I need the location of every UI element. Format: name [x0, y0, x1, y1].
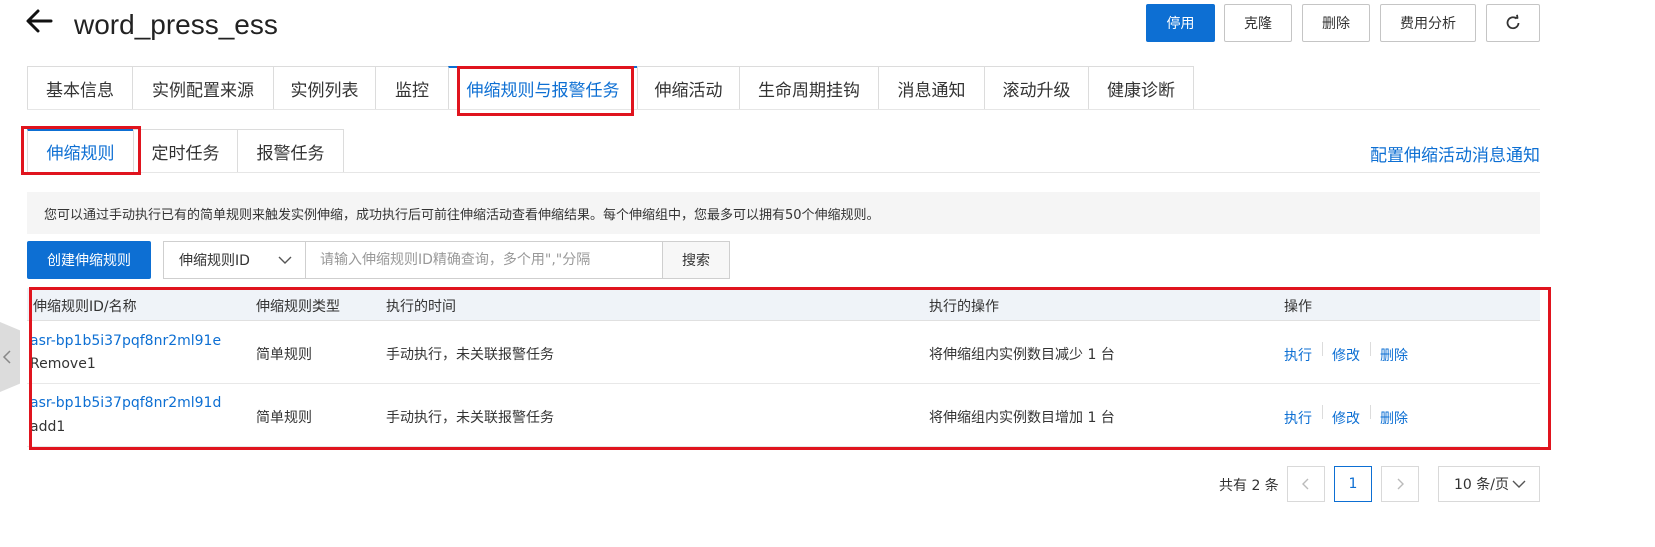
column-header-operations: 操作 — [1284, 299, 1312, 315]
config-notification-link[interactable]: 配置伸缩活动消息通知 — [1370, 141, 1540, 166]
refresh-button[interactable] — [1486, 4, 1540, 42]
disable-button[interactable]: 停用 — [1146, 4, 1215, 42]
back-arrow-icon[interactable] — [24, 6, 54, 43]
subtab-scaling-rules[interactable]: 伸缩规则 — [27, 129, 133, 173]
page-title: word_press_ess — [74, 9, 278, 40]
tab-notifications[interactable]: 消息通知 — [878, 66, 984, 110]
prev-page-button[interactable] — [1287, 466, 1325, 502]
next-page-button[interactable] — [1381, 466, 1419, 502]
subtab-alarm-tasks[interactable]: 报警任务 — [237, 129, 344, 173]
rule-time: 手动执行，未关联报警任务 — [386, 347, 554, 363]
rule-action: 将伸缩组内实例数目增加 1 台 — [929, 410, 1115, 426]
search-field-select[interactable]: 伸缩规则ID — [163, 241, 306, 279]
tab-instance-config-source[interactable]: 实例配置来源 — [132, 66, 273, 110]
execute-link[interactable]: 执行 — [1284, 345, 1312, 365]
tab-monitoring[interactable]: 监控 — [375, 66, 448, 110]
create-scaling-rule-button[interactable]: 创建伸缩规则 — [27, 241, 151, 279]
table-row: asr-bp1b5i37pqf8nr2ml91d add1 简单规则 手动执行，… — [27, 384, 1540, 447]
separator — [1370, 405, 1371, 419]
tabs-divider — [27, 109, 1540, 110]
clone-button[interactable]: 克隆 — [1224, 4, 1292, 42]
cost-analysis-button[interactable]: 费用分析 — [1380, 4, 1476, 42]
separator — [1322, 342, 1323, 356]
page-size-value: 10 条/页 — [1454, 477, 1509, 493]
search-input[interactable] — [305, 241, 663, 279]
delete-link[interactable]: 删除 — [1380, 408, 1408, 428]
page-size-select[interactable]: 10 条/页 — [1438, 466, 1540, 502]
rule-type: 简单规则 — [256, 347, 312, 363]
chevron-left-icon — [1302, 478, 1309, 490]
tab-instance-list[interactable]: 实例列表 — [273, 66, 375, 110]
column-header-time: 执行的时间 — [386, 299, 456, 315]
info-banner: 您可以通过手动执行已有的简单规则来触发实例伸缩，成功执行后可前往伸缩活动查看伸缩… — [27, 192, 1540, 234]
total-count: 共有 2 条 — [1219, 478, 1279, 494]
tab-health-diagnosis[interactable]: 健康诊断 — [1088, 66, 1194, 110]
rule-name: Remove1 — [30, 356, 96, 372]
rule-id-link[interactable]: asr-bp1b5i37pqf8nr2ml91d — [30, 395, 221, 411]
table-row: asr-bp1b5i37pqf8nr2ml91e Remove1 简单规则 手动… — [27, 321, 1540, 384]
rule-time: 手动执行，未关联报警任务 — [386, 410, 554, 426]
subtab-scheduled-tasks[interactable]: 定时任务 — [133, 129, 237, 173]
separator — [1322, 405, 1323, 419]
chevron-left-icon — [2, 350, 11, 364]
search-field-value: 伸缩规则ID — [179, 253, 250, 269]
subtabs-divider — [27, 172, 1540, 173]
column-header-id: 伸缩规则ID/名称 — [33, 299, 137, 315]
rule-type: 简单规则 — [256, 410, 312, 426]
execute-link[interactable]: 执行 — [1284, 408, 1312, 428]
sidebar-collapse-handle[interactable] — [0, 322, 20, 392]
sub-tabs: 伸缩规则 定时任务 报警任务 — [27, 129, 344, 173]
separator — [1370, 342, 1371, 356]
main-tabs: 基本信息 实例配置来源 实例列表 监控 伸缩规则与报警任务 伸缩活动 生命周期挂… — [27, 66, 1194, 110]
modify-link[interactable]: 修改 — [1332, 408, 1360, 428]
rule-action: 将伸缩组内实例数目减少 1 台 — [929, 347, 1115, 363]
tab-lifecycle-hooks[interactable]: 生命周期挂钩 — [739, 66, 878, 110]
page-number-button[interactable]: 1 — [1334, 466, 1372, 502]
table-header: 伸缩规则ID/名称 伸缩规则类型 执行的时间 执行的操作 操作 — [27, 288, 1540, 321]
chevron-down-icon — [278, 256, 292, 264]
tab-rolling-upgrade[interactable]: 滚动升级 — [984, 66, 1088, 110]
delete-link[interactable]: 删除 — [1380, 345, 1408, 365]
tab-scaling-activities[interactable]: 伸缩活动 — [637, 66, 739, 110]
tab-scaling-rules-alarm[interactable]: 伸缩规则与报警任务 — [448, 66, 637, 110]
modify-link[interactable]: 修改 — [1332, 345, 1360, 365]
delete-button[interactable]: 删除 — [1302, 4, 1370, 42]
rule-name: add1 — [30, 419, 66, 435]
refresh-icon — [1506, 14, 1520, 30]
info-text: 您可以通过手动执行已有的简单规则来触发实例伸缩，成功执行后可前往伸缩活动查看伸缩… — [44, 207, 880, 223]
chevron-down-icon — [1512, 480, 1526, 488]
column-header-action: 执行的操作 — [929, 299, 999, 315]
rule-id-link[interactable]: asr-bp1b5i37pqf8nr2ml91e — [30, 333, 221, 349]
chevron-right-icon — [1397, 478, 1404, 490]
search-button[interactable]: 搜索 — [662, 241, 730, 279]
tab-basic-info[interactable]: 基本信息 — [27, 66, 132, 110]
column-header-type: 伸缩规则类型 — [256, 299, 340, 315]
